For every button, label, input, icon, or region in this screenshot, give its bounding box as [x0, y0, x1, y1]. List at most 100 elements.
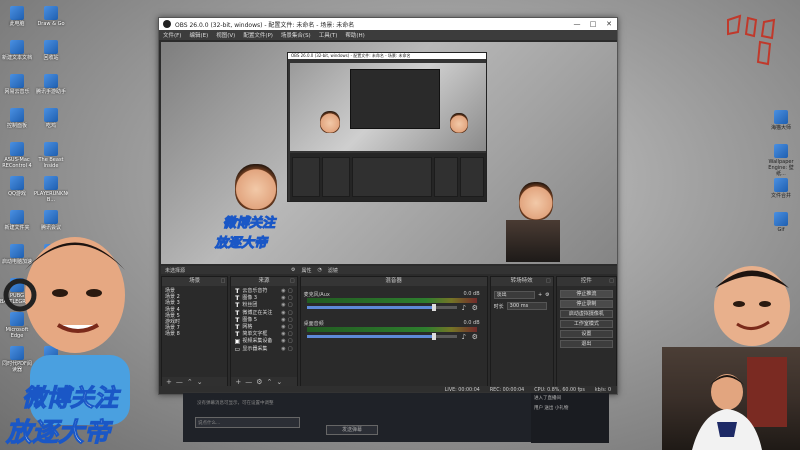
lock-icon[interactable]: ▢ [288, 346, 293, 353]
visibility-eye-icon[interactable]: ◉ [281, 295, 285, 302]
visibility-eye-icon[interactable]: ◉ [281, 302, 285, 309]
move-down-icon[interactable]: ⌄ [197, 378, 203, 386]
lock-icon[interactable]: ▢ [288, 302, 293, 309]
desktop-icon[interactable]: ASUS-Mac REControl 4 [0, 142, 34, 176]
lock-icon[interactable]: ▢ [288, 324, 293, 331]
scene-item[interactable]: 场景 8 [165, 331, 224, 337]
close-icon[interactable]: ✕ [601, 18, 617, 30]
desktop-icon[interactable]: 控制面板 [0, 108, 34, 142]
dock-float-icon[interactable]: □ [290, 277, 295, 286]
camera-icon: ▣ [234, 338, 241, 346]
maximize-icon[interactable]: □ [585, 18, 601, 30]
menu-item[interactable]: 场景集合(S) [281, 31, 311, 39]
gear-icon[interactable]: ⚙ [472, 304, 478, 312]
dock-float-icon[interactable]: □ [221, 277, 226, 286]
sources-title: 来源 [258, 278, 270, 284]
slider-handle[interactable] [432, 304, 437, 311]
desktop-icon-label: 腾讯手游助手 [35, 89, 66, 95]
desktop-icon[interactable]: Draw & Go [34, 6, 68, 40]
transition-select[interactable]: 淡出 [493, 291, 535, 299]
properties-button[interactable]: 属性 [302, 267, 312, 274]
send-danmaku-button[interactable]: 发送弹幕 [326, 425, 378, 435]
app-icon [774, 144, 788, 158]
gear-icon[interactable]: ⚙ [256, 378, 262, 386]
control-button[interactable]: 工作室模式 [559, 319, 614, 328]
control-button[interactable]: 停止录制 [559, 299, 614, 308]
volume-slider[interactable] [306, 304, 457, 311]
dock-float-icon[interactable]: □ [609, 277, 614, 286]
app-icon [10, 6, 24, 20]
visibility-eye-icon[interactable]: ◉ [281, 346, 285, 353]
dock-float-icon[interactable]: □ [546, 277, 551, 286]
source-item[interactable]: T 粉丝团 ◉ ▢ [234, 302, 293, 309]
filter-icon[interactable]: ◔ [318, 267, 322, 273]
lock-icon[interactable]: ▢ [288, 317, 293, 324]
visibility-eye-icon[interactable]: ◉ [281, 310, 285, 317]
move-up-icon[interactable]: ⌃ [187, 378, 193, 386]
mixer-title: 混音器 [385, 278, 402, 284]
lock-icon[interactable]: ▢ [288, 288, 293, 295]
desktop-icon[interactable]: 文件合并 [764, 178, 798, 212]
desktop-icon-label: PLAYERUNKNOWN'S B... [34, 191, 68, 203]
move-up-icon[interactable]: ⌃ [266, 378, 272, 386]
desktop-icon[interactable]: Gif [764, 212, 798, 246]
brand-logo [727, 14, 776, 66]
control-button[interactable]: 退出 [559, 339, 614, 348]
minimize-icon[interactable]: — [569, 18, 585, 30]
gear-icon[interactable]: ⚙ [545, 292, 549, 298]
lock-icon[interactable]: ▢ [288, 310, 293, 317]
control-button[interactable]: 停止推流 [559, 289, 614, 298]
source-item[interactable]: ▣ 视频采集设备 ◉ ▢ [234, 338, 293, 345]
lock-icon[interactable]: ▢ [288, 331, 293, 338]
visibility-eye-icon[interactable]: ◉ [281, 317, 285, 324]
remove-icon[interactable]: — [176, 378, 183, 386]
visibility-eye-icon[interactable]: ◉ [281, 338, 285, 345]
desktop-icon[interactable]: 回收站 [34, 40, 68, 74]
menu-item[interactable]: 配置文件(P) [243, 31, 273, 39]
remove-icon[interactable]: — [245, 378, 252, 386]
add-icon[interactable]: + [166, 378, 172, 386]
filters-button[interactable]: 滤镜 [328, 267, 338, 274]
volume-slider[interactable] [306, 333, 457, 340]
chat-input[interactable]: 说点什么... [195, 417, 300, 428]
desktop-icon[interactable]: 海猫大师 [764, 110, 798, 144]
desktop-icon[interactable]: The Beast Inside [34, 142, 68, 176]
control-button[interactable]: 设置 [559, 329, 614, 338]
menu-item[interactable]: 工具(T) [319, 31, 338, 39]
add-icon[interactable]: + [235, 378, 241, 386]
speaker-icon[interactable]: ♪ [462, 333, 466, 341]
control-button[interactable]: 启动虚拟摄像机 [559, 309, 614, 318]
source-item[interactable]: ▭ 显示器采集 ◉ ▢ [234, 346, 293, 353]
lock-icon[interactable]: ▢ [288, 295, 293, 302]
visibility-eye-icon[interactable]: ◉ [281, 324, 285, 331]
desktop-icon[interactable]: 此电脑 [0, 6, 34, 40]
menu-item[interactable]: 文件(F) [163, 31, 181, 39]
preview-canvas[interactable]: 微博关注 放逐大帝 OBS 26.0.0 (32-bit, windows) -… [161, 42, 617, 264]
menu-item[interactable]: 视图(V) [216, 31, 235, 39]
desktop-icon[interactable]: 新建文本文档 [0, 40, 34, 74]
source-item[interactable]: T 图像 5 ◉ ▢ [234, 317, 293, 324]
desktop-icon[interactable]: 吃鸡 [34, 108, 68, 142]
menu-bar: 文件(F) 编辑(E) 视图(V) 配置文件(P) 场景集合(S) 工具(T) 帮助(H) [159, 30, 617, 40]
gear-icon[interactable]: ⚙ [472, 333, 478, 341]
add-icon[interactable]: + [538, 292, 542, 298]
menu-item[interactable]: 帮助(H) [345, 31, 364, 39]
desktop-icon[interactable]: 网易云音乐 [0, 74, 34, 108]
desktop-icon[interactable]: 腾讯手游助手 [34, 74, 68, 108]
visibility-eye-icon[interactable]: ◉ [281, 331, 285, 338]
gear-icon[interactable]: ⚙ [291, 267, 295, 273]
move-down-icon[interactable]: ⌄ [276, 378, 282, 386]
lock-icon[interactable]: ▢ [288, 338, 293, 345]
desktop-icon[interactable]: Wallpaper Engine: 壁纸... [764, 144, 798, 178]
menu-item[interactable]: 编辑(E) [189, 31, 208, 39]
desktop-icon[interactable]: QQ游戏 [0, 176, 34, 210]
source-item[interactable]: T 微博正在关注 ◉ ▢ [234, 310, 293, 317]
slider-handle[interactable] [432, 333, 437, 340]
scenes-dock: 场景 □ 场景 场景 2 场景 3 场景 4 场景 5 游戏时 场景 7 场景 8 + — ⌃… [161, 276, 229, 388]
speaker-icon[interactable]: ♪ [462, 304, 466, 312]
duration-input[interactable]: 300 ms [506, 302, 547, 310]
preview-webcam [506, 220, 560, 262]
desktop-icon[interactable]: PLAYERUNKNOWN'S B... [34, 176, 68, 210]
nested-obs-window: OBS 26.0.0 (32-bit, windows) - 配置文件: 未命名… [287, 52, 487, 202]
visibility-eye-icon[interactable]: ◉ [281, 288, 285, 295]
